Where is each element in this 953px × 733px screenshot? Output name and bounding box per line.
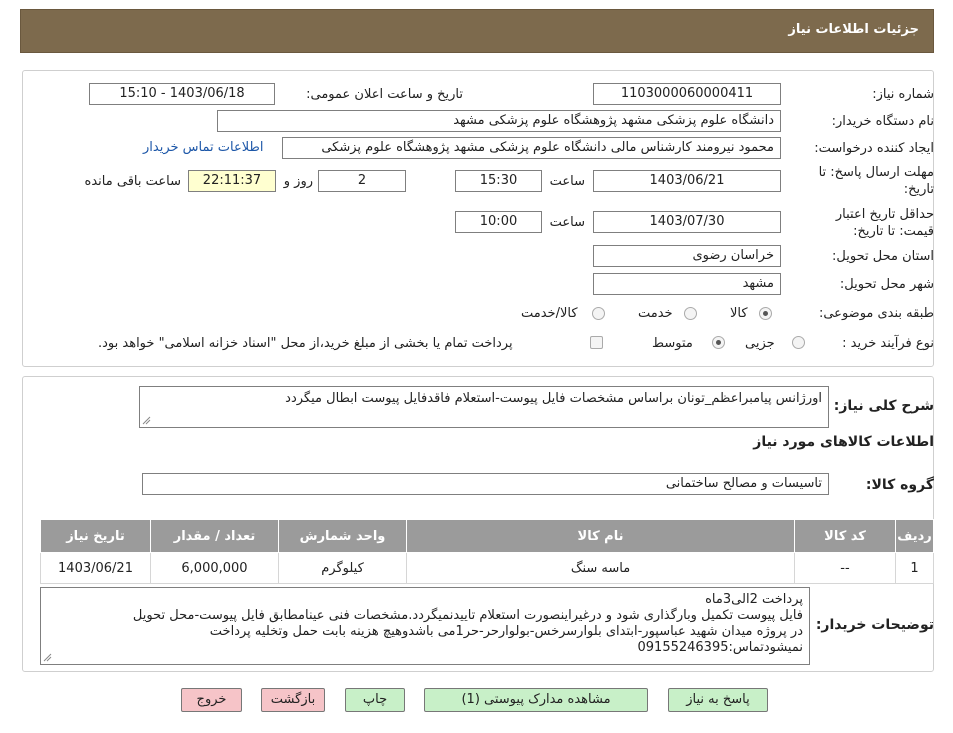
- deadline-label-line1: مهلت ارسال پاسخ: تا: [818, 165, 934, 180]
- goods-group-label: گروه کالا:: [865, 477, 934, 493]
- reply-button[interactable]: پاسخ به نیاز: [668, 688, 768, 712]
- need-number-label: شماره نیاز:: [872, 87, 934, 102]
- deadline-days-label: روز و: [283, 174, 313, 189]
- deadline-time-field: 15:30: [455, 170, 542, 192]
- goods-group-field: تاسیسات و مصالح ساختمانی: [142, 473, 829, 495]
- buyer-org-field: دانشگاه علوم پزشکی مشهد پژوهشگاه علوم پز…: [217, 110, 781, 132]
- goods-table: ردیف کد کالا نام کالا واحد شمارش تعداد /…: [40, 519, 934, 584]
- title-bar: جزئیات اطلاعات نیاز: [20, 9, 934, 53]
- category-option-service: خدمت: [638, 306, 673, 321]
- price-validity-label-line2: قیمت: تا تاریخ:: [853, 224, 934, 239]
- price-validity-time-field: 10:00: [455, 211, 542, 233]
- buyer-notes-line: نمیشودتماس:09155246395: [637, 640, 804, 655]
- buyer-notes-label: توضیحات خریدار:: [815, 617, 934, 633]
- province-field: خراسان رضوی: [593, 245, 781, 267]
- city-field: مشهد: [593, 273, 781, 295]
- category-radio-goods-service[interactable]: [592, 307, 605, 320]
- view-attachments-button[interactable]: مشاهده مدارک پیوستی (1): [424, 688, 648, 712]
- summary-label: شرح کلی نیاز:: [833, 398, 934, 414]
- buyer-notes-line: فایل پیوست تکمیل وبارگذاری شود و درغیرای…: [132, 608, 803, 623]
- summary-textarea[interactable]: اورژانس پیامبراعظم_تونان براساس مشخصات ف…: [139, 386, 829, 428]
- summary-text: اورژانس پیامبراعظم_تونان براساس مشخصات ف…: [285, 391, 822, 406]
- print-button[interactable]: چاپ: [345, 688, 405, 712]
- cell-unit: کیلوگرم: [278, 552, 407, 584]
- announce-datetime-label: تاریخ و ساعت اعلان عمومی:: [306, 87, 463, 102]
- buyer-notes-line: در پروژه میدان شهید عباسپور-ابتدای بلوار…: [209, 624, 803, 639]
- category-option-goods: کالا: [730, 306, 748, 321]
- price-validity-label-line1: حداقل تاریخ اعتبار: [835, 207, 934, 222]
- treasury-note: پرداخت تمام یا بخشی از مبلغ خرید،از محل …: [98, 336, 513, 351]
- process-option-medium: متوسط: [652, 336, 693, 351]
- need-number-field: 1103000060000411: [593, 83, 781, 105]
- buyer-notes-line: پرداخت 2الی3ماه: [705, 592, 803, 607]
- category-option-goods-service: کالا/خدمت: [521, 306, 578, 321]
- exit-button[interactable]: خروج: [181, 688, 242, 712]
- deadline-label-line2: تاریخ:: [903, 182, 934, 197]
- goods-info-title: اطلاعات کالاهای مورد نیاز: [753, 434, 934, 450]
- category-radio-service[interactable]: [684, 307, 697, 320]
- table-row: 1 -- ماسه سنگ کیلوگرم 6,000,000 1403/06/…: [40, 552, 934, 584]
- buyer-contact-link[interactable]: اطلاعات تماس خریدار: [143, 140, 263, 155]
- col-header-row-number: ردیف: [895, 519, 934, 553]
- remaining-time-label: ساعت باقی مانده: [84, 174, 181, 189]
- process-radio-medium[interactable]: [712, 336, 725, 349]
- province-label: استان محل تحویل:: [832, 249, 934, 264]
- deadline-time-label: ساعت: [549, 174, 585, 189]
- requester-label: ایجاد کننده درخواست:: [814, 141, 934, 156]
- col-header-item-name: نام کالا: [406, 519, 795, 553]
- category-label: طبقه بندی موضوعی:: [818, 306, 934, 321]
- cell-row-number: 1: [895, 552, 934, 584]
- city-label: شهر محل تحویل:: [839, 277, 934, 292]
- cell-need-date: 1403/06/21: [40, 552, 151, 584]
- resize-grip-icon[interactable]: [43, 653, 52, 662]
- deadline-date-field: 1403/06/21: [593, 170, 781, 192]
- col-header-item-code: کد کالا: [794, 519, 896, 553]
- table-header-row: ردیف کد کالا نام کالا واحد شمارش تعداد /…: [40, 519, 934, 553]
- announce-datetime-field: 1403/06/18 - 15:10: [89, 83, 275, 105]
- deadline-days-field: 2: [318, 170, 406, 192]
- process-option-minor: جزیی: [745, 336, 775, 351]
- treasury-checkbox[interactable]: [590, 336, 603, 349]
- cell-quantity: 6,000,000: [150, 552, 279, 584]
- window-title: جزئیات اطلاعات نیاز: [788, 22, 919, 37]
- buyer-notes-textarea[interactable]: پرداخت 2الی3ماه فایل پیوست تکمیل وبارگذا…: [40, 587, 810, 665]
- resize-grip-icon[interactable]: [142, 416, 151, 425]
- col-header-need-date: تاریخ نیاز: [40, 519, 151, 553]
- process-radio-minor[interactable]: [792, 336, 805, 349]
- cell-item-name: ماسه سنگ: [406, 552, 795, 584]
- price-validity-date-field: 1403/07/30: [593, 211, 781, 233]
- back-button[interactable]: بازگشت: [261, 688, 325, 712]
- col-header-quantity: تعداد / مقدار: [150, 519, 279, 553]
- category-radio-goods[interactable]: [759, 307, 772, 320]
- remaining-time-field: 22:11:37: [188, 170, 276, 192]
- buyer-org-label: نام دستگاه خریدار:: [831, 114, 934, 129]
- requester-field: محمود نیرومند کارشناس مالی دانشگاه علوم …: [282, 137, 781, 159]
- process-type-label: نوع فرآیند خرید :: [842, 336, 934, 351]
- price-validity-time-label: ساعت: [549, 215, 585, 230]
- col-header-unit: واحد شمارش: [278, 519, 407, 553]
- cell-item-code: --: [794, 552, 896, 584]
